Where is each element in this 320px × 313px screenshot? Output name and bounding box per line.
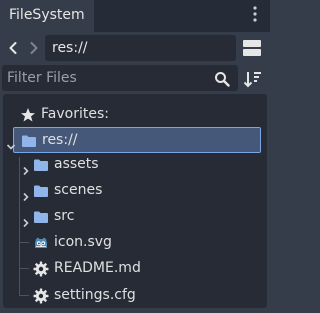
tree-item-res-root[interactable]: res://	[6, 127, 261, 153]
tree-item-icon-svg[interactable]: icon.svg	[3, 229, 267, 255]
chevron-right-icon[interactable]	[21, 211, 31, 228]
dock-tab-bar: FileSystem	[0, 0, 270, 32]
split-view-icon[interactable]	[242, 38, 262, 58]
tree-item-src[interactable]: src	[3, 203, 267, 229]
tree-item-label: res://	[42, 132, 78, 148]
file-tree: Favorites: res:// assets scenes src icon…	[3, 94, 267, 308]
filter-toolbar: Filter Files	[0, 64, 270, 92]
path-toolbar: res://	[0, 33, 270, 63]
folder-icon	[33, 182, 49, 198]
folder-icon	[33, 208, 49, 224]
gear-icon	[33, 287, 49, 304]
chevron-down-icon[interactable]	[6, 135, 16, 150]
filter-placeholder: Filter Files	[7, 70, 77, 86]
tree-item-scenes[interactable]: scenes	[3, 177, 267, 203]
tree-item-label: scenes	[54, 182, 103, 198]
tree-item-label: icon.svg	[54, 234, 112, 250]
tree-item-settings[interactable]: settings.cfg	[3, 282, 267, 308]
chevron-left-icon[interactable]	[5, 36, 21, 60]
tree-item-label: settings.cfg	[54, 287, 136, 303]
chevron-right-icon[interactable]	[21, 159, 31, 176]
dots-vertical-icon[interactable]	[244, 3, 266, 25]
tab-filesystem[interactable]: FileSystem	[0, 0, 94, 32]
tree-item-readme[interactable]: README.md	[3, 255, 267, 281]
filter-files-input[interactable]: Filter Files	[2, 65, 238, 91]
path-input[interactable]: res://	[45, 35, 236, 61]
folder-icon	[33, 156, 49, 172]
tab-filesystem-label: FileSystem	[9, 7, 85, 23]
tree-item-assets[interactable]: assets	[3, 151, 267, 177]
chevron-right-icon[interactable]	[26, 36, 42, 60]
tree-item-label: README.md	[54, 260, 141, 276]
favorites-label: Favorites:	[41, 106, 109, 122]
sort-icon[interactable]	[243, 70, 263, 88]
godot-icon	[33, 234, 49, 250]
folder-icon	[21, 132, 37, 148]
tree-item-label: assets	[54, 156, 99, 172]
chevron-right-icon[interactable]	[21, 185, 31, 202]
path-value: res://	[52, 40, 88, 56]
gear-icon	[33, 260, 49, 277]
tree-item-label: src	[54, 208, 75, 224]
favorites-row[interactable]: Favorites:	[3, 101, 267, 127]
search-icon	[214, 70, 230, 87]
star-icon	[20, 106, 36, 122]
